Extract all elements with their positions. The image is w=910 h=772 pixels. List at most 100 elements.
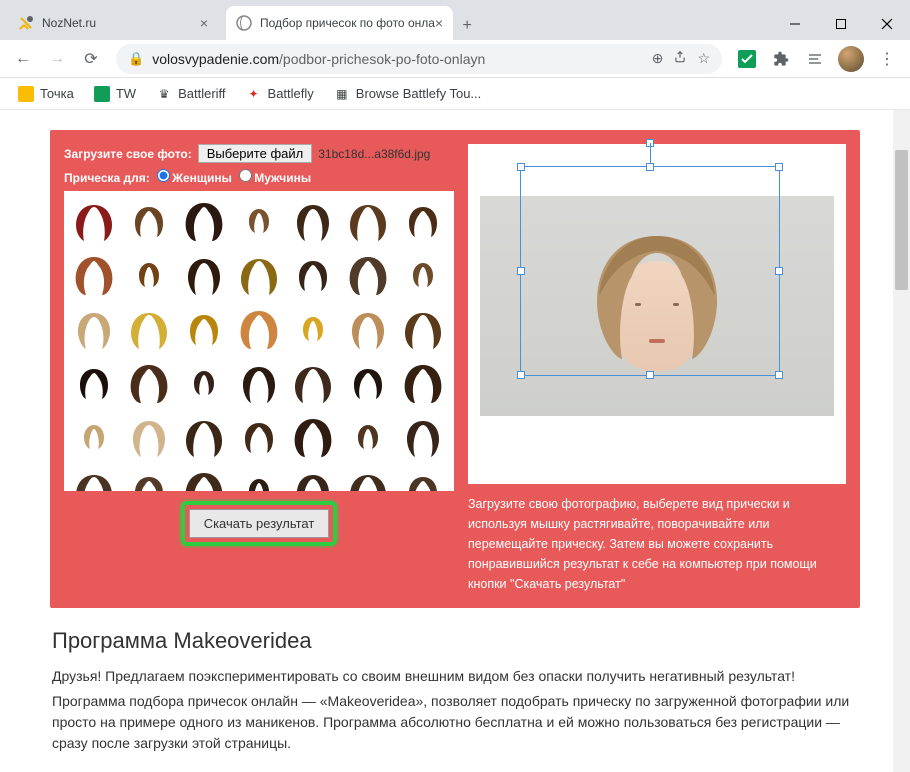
hairstyle-option[interactable]: [125, 359, 173, 407]
hairstyle-grid[interactable]: [64, 191, 454, 491]
bookmark-item[interactable]: ♛Battleriff: [148, 82, 233, 106]
hairstyle-tool-panel: Загрузите свое фото: Выберите файл 31bc1…: [50, 130, 860, 608]
hairstyle-option[interactable]: [125, 413, 173, 461]
window-titlebar: NozNet.ru × Подбор причесок по фото онла…: [0, 0, 910, 40]
hairstyle-option[interactable]: [399, 413, 447, 461]
hairstyle-option[interactable]: [70, 305, 118, 353]
bookmark-item[interactable]: Точка: [10, 82, 82, 106]
address-bar[interactable]: 🔒 volosvypadenie.com/podbor-prichesok-po…: [116, 44, 722, 74]
hairstyle-option[interactable]: [399, 197, 447, 245]
hairstyle-option[interactable]: [180, 467, 228, 491]
extension-check-icon[interactable]: [732, 44, 762, 74]
choose-file-button[interactable]: Выберите файл: [198, 144, 312, 163]
bookmarks-bar: Точка TW ♛Battleriff ✦Battlefly ▦Browse …: [0, 78, 910, 110]
article-section: Программа Makeoveridea Друзья! Предлагае…: [50, 628, 860, 754]
hairstyle-option[interactable]: [344, 467, 392, 491]
instructions-text: Загрузите свою фотографию, выберете вид …: [468, 494, 846, 594]
close-icon[interactable]: ×: [435, 15, 443, 31]
gender-label: Прическа для:: [64, 171, 150, 185]
hairstyle-option[interactable]: [180, 413, 228, 461]
hairstyle-option[interactable]: [235, 305, 283, 353]
upload-label: Загрузите свое фото:: [64, 147, 192, 161]
browser-tab-2[interactable]: Подбор причесок по фото онла ×: [226, 6, 453, 40]
bookmark-icon: ✦: [246, 86, 262, 102]
article-paragraph: Программа подбора причесок онлайн — «Mak…: [52, 691, 858, 754]
back-button[interactable]: ←: [8, 44, 38, 74]
new-tab-button[interactable]: +: [453, 12, 481, 40]
menu-icon[interactable]: ⋮: [872, 44, 902, 74]
hairstyle-option[interactable]: [180, 251, 228, 299]
favicon-icon: [18, 15, 34, 31]
hairstyle-option[interactable]: [235, 251, 283, 299]
tab-title: Подбор причесок по фото онла: [260, 16, 435, 30]
profile-avatar[interactable]: [838, 46, 864, 72]
hairstyle-option[interactable]: [70, 359, 118, 407]
close-icon[interactable]: ×: [200, 15, 208, 31]
hairstyle-option[interactable]: [180, 359, 228, 407]
hairstyle-option[interactable]: [70, 251, 118, 299]
hairstyle-option[interactable]: [125, 197, 173, 245]
hairstyle-option[interactable]: [235, 467, 283, 491]
share-icon[interactable]: [673, 50, 687, 67]
hairstyle-option[interactable]: [70, 467, 118, 491]
browser-tab-1[interactable]: NozNet.ru ×: [8, 6, 218, 40]
hairstyle-option[interactable]: [344, 305, 392, 353]
bookmark-star-icon[interactable]: ☆: [697, 50, 710, 67]
forward-button[interactable]: →: [42, 44, 72, 74]
highlight-annotation: Скачать результат: [181, 501, 338, 546]
hairstyle-option[interactable]: [344, 359, 392, 407]
page-scrollbar[interactable]: [893, 110, 910, 772]
page-content: Загрузите свое фото: Выберите файл 31bc1…: [0, 110, 910, 772]
bookmark-icon: [94, 86, 110, 102]
bookmark-icon: ♛: [156, 86, 172, 102]
favicon-icon: [236, 15, 252, 31]
hairstyle-option[interactable]: [70, 197, 118, 245]
uploaded-filename: 31bc18d...a38f6d.jpg: [318, 147, 430, 161]
hairstyle-option[interactable]: [289, 413, 337, 461]
hairstyle-option[interactable]: [289, 251, 337, 299]
reading-list-icon[interactable]: [800, 44, 830, 74]
hairstyle-option[interactable]: [344, 197, 392, 245]
hairstyle-option[interactable]: [289, 359, 337, 407]
hairstyle-option[interactable]: [289, 467, 337, 491]
url-host: volosvypadenie.com: [152, 51, 279, 67]
maximize-button[interactable]: [818, 8, 864, 40]
hairstyle-option[interactable]: [344, 413, 392, 461]
hairstyle-option[interactable]: [235, 413, 283, 461]
bookmark-item[interactable]: TW: [86, 82, 144, 106]
article-heading: Программа Makeoveridea: [52, 628, 858, 654]
lock-icon: 🔒: [128, 51, 144, 67]
bookmark-icon: [18, 86, 34, 102]
hairstyle-option[interactable]: [180, 305, 228, 353]
hairstyle-option[interactable]: [125, 467, 173, 491]
hairstyle-option[interactable]: [70, 413, 118, 461]
extensions-icon[interactable]: [766, 44, 796, 74]
preview-canvas[interactable]: [468, 144, 846, 484]
hairstyle-option[interactable]: [235, 359, 283, 407]
bookmark-icon: ▦: [334, 86, 350, 102]
url-path: /podbor-prichesok-po-foto-onlayn: [279, 51, 485, 67]
hairstyle-option[interactable]: [399, 305, 447, 353]
download-result-button[interactable]: Скачать результат: [189, 509, 330, 538]
gender-female-radio[interactable]: [157, 169, 170, 182]
close-window-button[interactable]: [864, 8, 910, 40]
hairstyle-option[interactable]: [399, 467, 447, 491]
hairstyle-option[interactable]: [289, 305, 337, 353]
reload-button[interactable]: ⟳: [76, 44, 106, 74]
article-paragraph: Друзья! Предлагаем поэкспериментировать …: [52, 666, 858, 687]
tab-title: NozNet.ru: [42, 16, 96, 30]
hairstyle-option[interactable]: [344, 251, 392, 299]
hairstyle-option[interactable]: [399, 359, 447, 407]
bookmark-item[interactable]: ▦Browse Battlefy Tou...: [326, 82, 490, 106]
gender-male-radio[interactable]: [239, 169, 252, 182]
bookmark-item[interactable]: ✦Battlefly: [238, 82, 322, 106]
minimize-button[interactable]: [772, 8, 818, 40]
hairstyle-option[interactable]: [180, 197, 228, 245]
hairstyle-option[interactable]: [289, 197, 337, 245]
zoom-icon[interactable]: ⊕: [652, 50, 664, 67]
hairstyle-option[interactable]: [125, 305, 173, 353]
hairstyle-option[interactable]: [399, 251, 447, 299]
hairstyle-option[interactable]: [235, 197, 283, 245]
browser-toolbar: ← → ⟳ 🔒 volosvypadenie.com/podbor-priche…: [0, 40, 910, 78]
hairstyle-option[interactable]: [125, 251, 173, 299]
